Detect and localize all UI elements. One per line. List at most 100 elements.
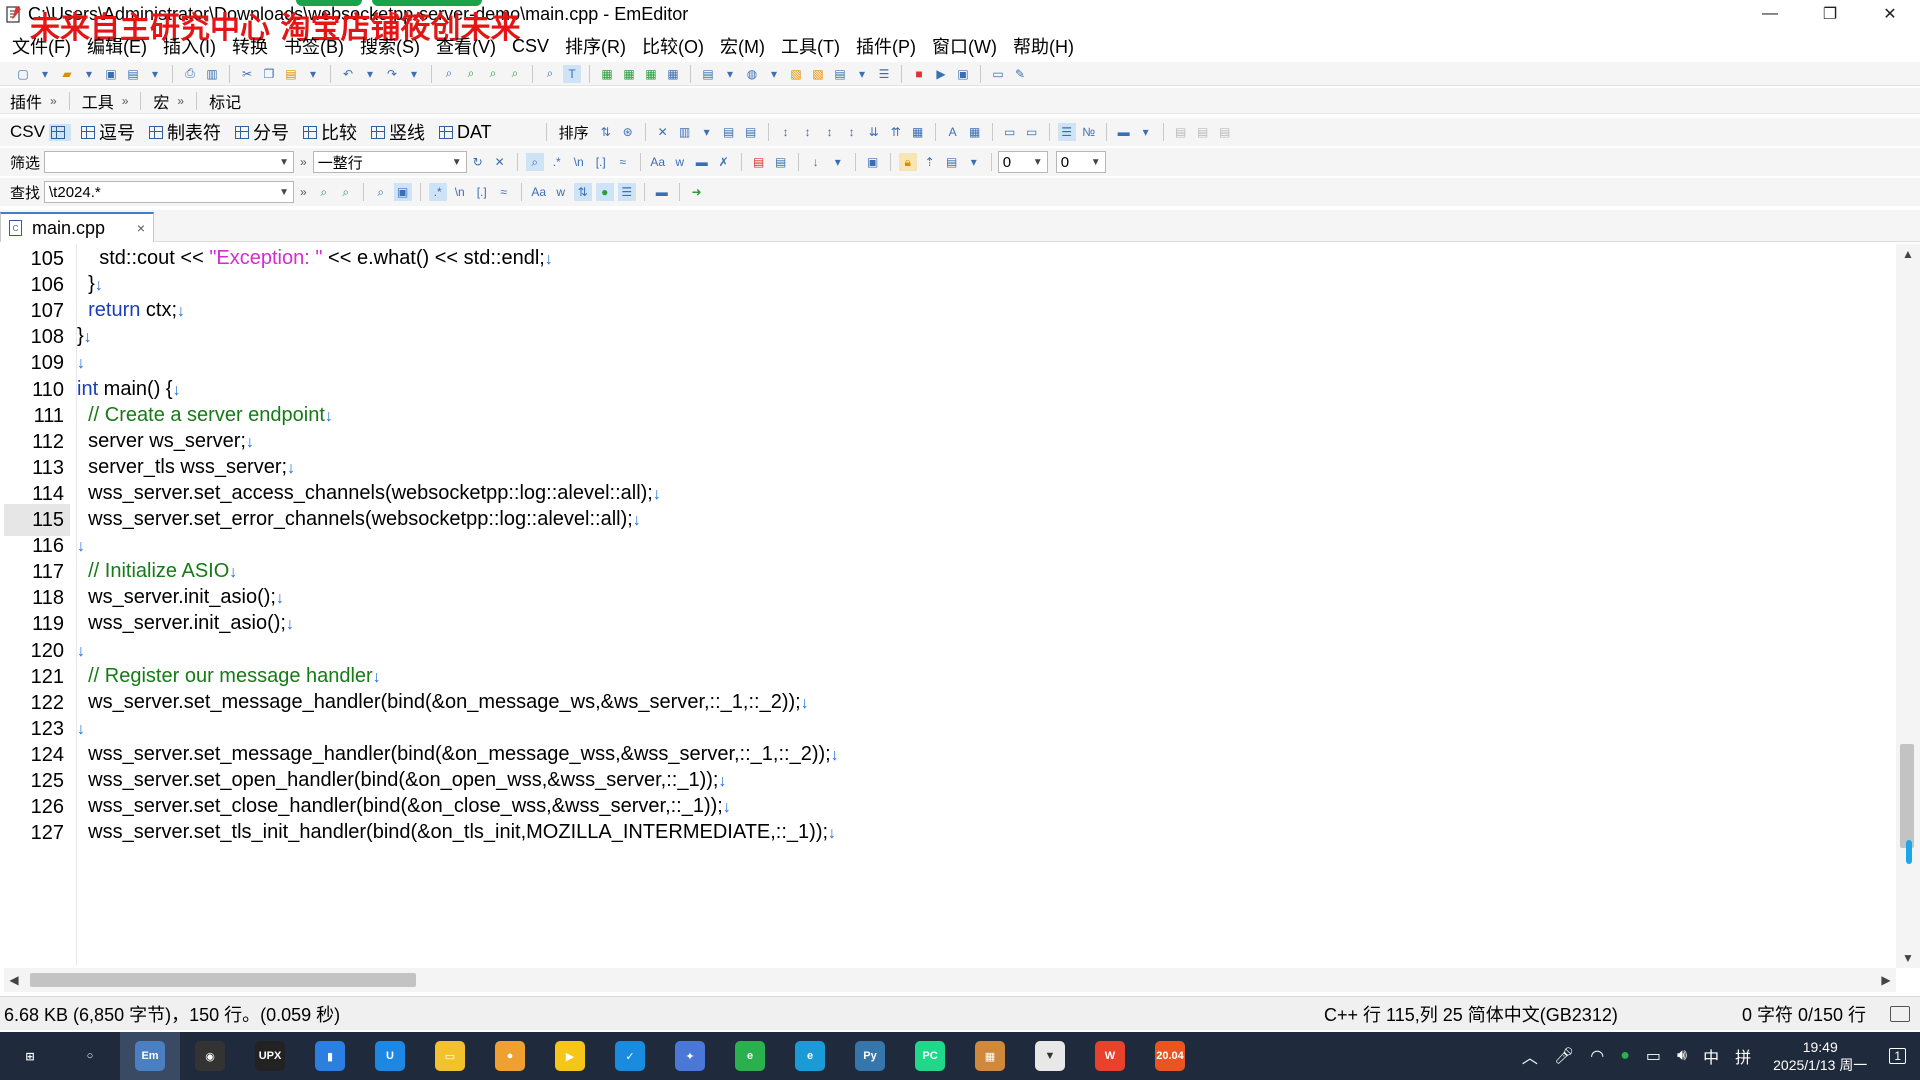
new-dropdown-icon[interactable]: ▾ xyxy=(36,65,54,83)
menu-item[interactable]: 比较(O) xyxy=(642,33,704,59)
undo-icon[interactable]: ↶ xyxy=(339,65,357,83)
list-icon[interactable]: ☰ xyxy=(875,65,893,83)
join-icon[interactable]: ▭ xyxy=(1001,123,1019,141)
window-icon[interactable]: ▭ xyxy=(989,65,1007,83)
find-prev-icon[interactable]: ⌕ xyxy=(315,183,333,201)
filter-doc2-icon[interactable]: ▤ xyxy=(772,153,790,171)
replace-icon[interactable]: ⌕ xyxy=(506,65,524,83)
copy-icon[interactable]: ❐ xyxy=(260,65,278,83)
find-window-icon[interactable]: ▬ xyxy=(653,183,671,201)
network-app-icon[interactable]: ● xyxy=(1620,1047,1630,1065)
find-in-files-icon[interactable]: ⌕ xyxy=(541,65,559,83)
view-icon-4[interactable]: ▦ xyxy=(664,65,682,83)
menu-item[interactable]: 帮助(H) xyxy=(1013,33,1074,59)
scroll-up-icon[interactable]: ▲ xyxy=(1896,244,1920,264)
open-folder-icon[interactable]: ▰ xyxy=(58,65,76,83)
down-dropdown-icon[interactable]: ▾ xyxy=(829,153,847,171)
word-find-icon[interactable]: w xyxy=(552,183,570,201)
context-before-select[interactable]: 0 ▼ xyxy=(997,151,1048,173)
chevron-up-icon[interactable]: ︿ xyxy=(1522,1044,1538,1068)
tab-main-cpp[interactable]: C main.cpp × xyxy=(0,212,154,242)
taskbar-chrome-like-icon[interactable]: ● xyxy=(480,1032,540,1080)
context-after-select[interactable]: 0 ▼ xyxy=(1055,151,1106,173)
filter-search-icon[interactable]: ⌕ xyxy=(525,153,544,171)
brackets-icon[interactable]: [.] xyxy=(592,153,610,171)
sort-len-desc-icon[interactable]: ⇈ xyxy=(887,123,905,141)
save-icon[interactable]: ▣ xyxy=(102,65,120,83)
go-icon[interactable]: ➜ xyxy=(688,183,706,201)
taskbar-box-icon[interactable]: ▦ xyxy=(960,1032,1020,1080)
macro-icon[interactable]: ▣ xyxy=(954,65,972,83)
taskbar-ubuntu-icon[interactable]: 20.04 xyxy=(1140,1032,1200,1080)
taskbar-obs-icon[interactable]: ◉ xyxy=(180,1032,240,1080)
menu-item[interactable]: 工具(T) xyxy=(781,33,840,59)
taskbar-wps-icon[interactable]: W xyxy=(1080,1032,1140,1080)
columns-icon[interactable]: ▥ xyxy=(676,123,694,141)
notifications-icon[interactable]: 1 xyxy=(1889,1048,1906,1064)
numbering-icon[interactable]: № xyxy=(1080,123,1098,141)
csv-mode-5[interactable]: DAT xyxy=(438,122,492,143)
header-icon[interactable]: ▬ xyxy=(1115,123,1133,141)
microphone-icon[interactable]: 🎤︎ xyxy=(1554,1046,1574,1066)
filter-icon[interactable]: T xyxy=(563,64,581,83)
csv-mode-0[interactable]: 逗号 xyxy=(80,119,135,145)
menu-item[interactable]: 窗口(W) xyxy=(932,33,997,59)
chevron-down-icon[interactable]: ▼ xyxy=(279,157,289,168)
clock[interactable]: 19:49 2025/1/13 周一 xyxy=(1773,1038,1867,1074)
view-icon-2[interactable]: ▦ xyxy=(620,65,638,83)
taskbar-pin-icon[interactable]: ✦ xyxy=(660,1032,720,1080)
menu-item[interactable]: 书签(B) xyxy=(284,33,344,59)
print-icon[interactable]: ⎙ xyxy=(181,65,199,83)
clear-filter-icon[interactable]: ✕ xyxy=(491,153,509,171)
marks-toolbar-label[interactable]: 标记 xyxy=(203,89,247,113)
clipboard-icon[interactable]: ▤ xyxy=(699,65,717,83)
sort-az-icon[interactable]: ↕ xyxy=(777,123,795,141)
horizontal-scrollbar[interactable]: ◀ ▶ xyxy=(4,968,1896,992)
language-mode[interactable]: C++ xyxy=(1324,1005,1358,1025)
plugins-toolbar-label[interactable]: 插件 xyxy=(4,89,48,113)
find-next-icon[interactable]: ⌕ xyxy=(337,183,355,201)
regex-icon[interactable]: .* xyxy=(548,153,566,171)
table-icon[interactable]: ▦ xyxy=(966,123,984,141)
line-numbers-icon[interactable]: ☰ xyxy=(1057,123,1076,141)
paste-icon[interactable]: ▤ xyxy=(282,65,300,83)
save-dropdown-icon[interactable]: ▾ xyxy=(146,65,164,83)
taskbar-search-icon[interactable]: ○ xyxy=(60,1032,120,1080)
menu-item[interactable]: 转换 xyxy=(232,33,268,59)
horizontal-scroll-thumb[interactable] xyxy=(30,973,416,987)
newline-escape-icon[interactable]: \n xyxy=(570,153,588,171)
vertical-scrollbar[interactable]: ▲ ▼ xyxy=(1896,244,1920,968)
taskbar-vscode-alt-icon[interactable]: ✓ xyxy=(600,1032,660,1080)
taskbar-start-icon[interactable]: ⊞ xyxy=(0,1032,60,1080)
filter-options-icon[interactable]: ▤ xyxy=(943,153,961,171)
redo-dropdown-icon[interactable]: ▾ xyxy=(405,65,423,83)
menu-item[interactable]: 搜索(S) xyxy=(360,33,420,59)
properties-dropdown-icon[interactable]: ▾ xyxy=(853,65,871,83)
sort-za-icon[interactable]: ↕ xyxy=(799,123,817,141)
code-editor[interactable]: 105 std::cout << "Exception: " << e.what… xyxy=(4,244,1894,966)
message-icon[interactable] xyxy=(1890,1005,1910,1022)
emeditor-app-icon[interactable] xyxy=(4,4,24,24)
whole-word-icon[interactable]: w xyxy=(671,153,689,171)
menu-item[interactable]: 文件(F) xyxy=(12,33,71,59)
filter-doc-icon[interactable]: ▤ xyxy=(750,153,768,171)
sort-options-icon[interactable]: ⊛ xyxy=(619,123,637,141)
find-all-icon[interactable]: ⌕ xyxy=(372,183,390,201)
config-2-icon[interactable]: ▧ xyxy=(809,65,827,83)
lock-icon[interactable]: 🔒︎ xyxy=(898,153,917,171)
taskbar-player-icon[interactable]: ▶ xyxy=(540,1032,600,1080)
encoding[interactable]: 简体中文(GB2312) xyxy=(1468,1005,1618,1025)
status-language-position[interactable]: C++ 行 115,列 25 简体中文(GB2312) xyxy=(1324,1001,1618,1027)
save-all-icon[interactable]: ▤ xyxy=(124,65,142,83)
vertical-scroll-thumb[interactable] xyxy=(1900,744,1914,848)
chevron-down-icon[interactable]: ▼ xyxy=(279,187,289,198)
taskbar-explorer-icon[interactable]: ▭ xyxy=(420,1032,480,1080)
updown-find-icon[interactable]: ⇅ xyxy=(573,183,592,201)
globe-icon[interactable]: ◍ xyxy=(743,65,761,83)
taskbar-vpn-icon[interactable]: ▼ xyxy=(1020,1032,1080,1080)
match-case-icon[interactable]: Aa xyxy=(649,153,667,171)
chevron-down-icon[interactable]: ▼ xyxy=(452,157,462,168)
find-next-icon[interactable]: ⌕ xyxy=(462,65,480,83)
date-sort-icon[interactable]: ▦ xyxy=(909,123,927,141)
sort-09-icon[interactable]: ↕ xyxy=(821,123,839,141)
